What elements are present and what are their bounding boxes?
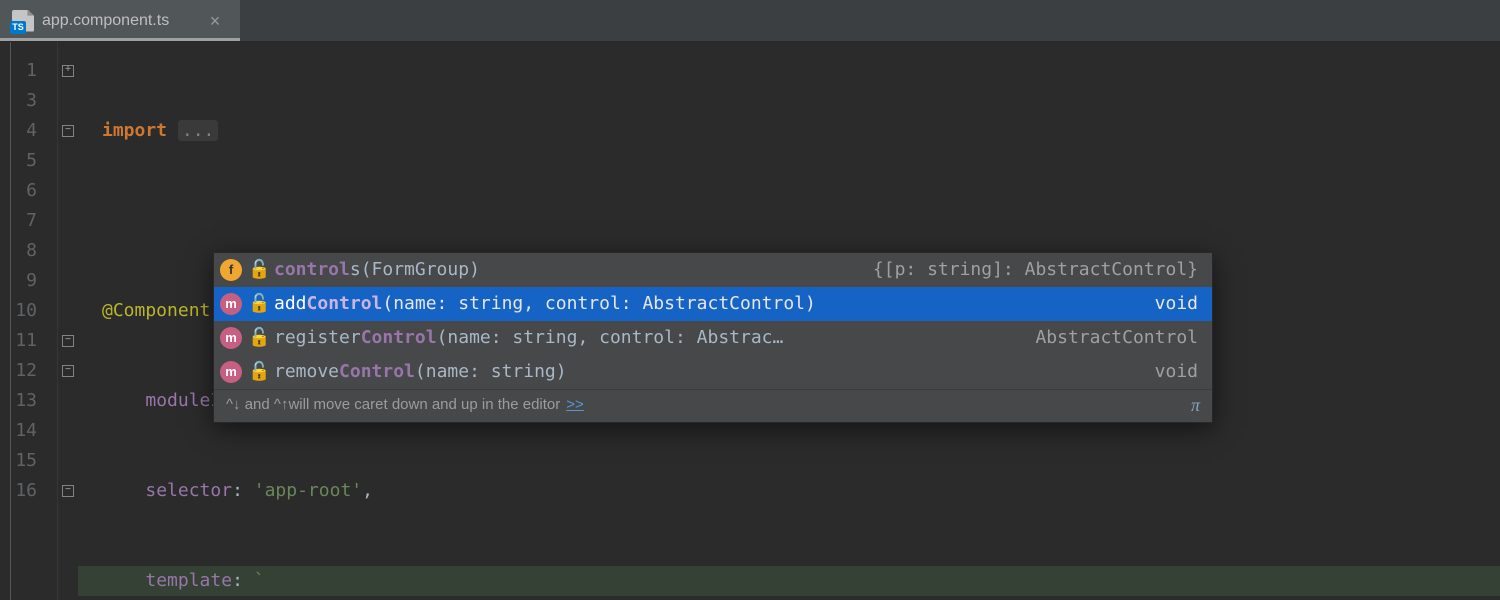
autocomplete-item[interactable]: m 🔓 removeControl (name: string) void xyxy=(214,355,1212,389)
field-icon: f xyxy=(220,259,242,281)
autocomplete-item[interactable]: m 🔓 addControl (name: string, control: A… xyxy=(214,287,1212,321)
method-icon: m xyxy=(220,361,242,383)
pi-settings-icon[interactable]: π xyxy=(1191,394,1200,416)
autocomplete-footer: ^↓ and ^↑ will move caret down and up in… xyxy=(214,389,1212,422)
line-number-gutter: 1 3 4 5 6 7 8 9 10 11 12 13 14 15 16 xyxy=(0,42,58,600)
unlock-icon: 🔓 xyxy=(248,288,266,320)
typescript-file-icon: TS xyxy=(12,10,34,32)
autocomplete-item[interactable]: f 🔓 controls (FormGroup) {[p: string]: A… xyxy=(214,253,1212,287)
unlock-icon: 🔓 xyxy=(248,356,266,388)
autocomplete-popup: f 🔓 controls (FormGroup) {[p: string]: A… xyxy=(213,252,1213,423)
autocomplete-more-link[interactable]: >> xyxy=(566,394,584,416)
fold-collapse-icon[interactable]: − xyxy=(62,125,74,137)
close-icon[interactable]: × xyxy=(206,12,224,30)
tab-label: app.component.ts xyxy=(42,12,169,30)
fold-expand-icon[interactable]: + xyxy=(62,65,74,77)
code-editor[interactable]: 1 3 4 5 6 7 8 9 10 11 12 13 14 15 16 + −… xyxy=(0,42,1500,600)
tab-strip: TS app.component.ts × xyxy=(0,0,1500,42)
fold-collapse-icon[interactable]: − xyxy=(62,365,74,377)
tab-app-component[interactable]: TS app.component.ts × xyxy=(0,0,240,41)
fold-collapse-icon[interactable]: − xyxy=(62,335,74,347)
method-icon: m xyxy=(220,327,242,349)
autocomplete-item[interactable]: m 🔓 registerControl (name: string, contr… xyxy=(214,321,1212,355)
fold-collapse-icon[interactable]: − xyxy=(62,485,74,497)
fold-gutter: + − − − − xyxy=(58,42,78,600)
unlock-icon: 🔓 xyxy=(248,254,266,286)
unlock-icon: 🔓 xyxy=(248,322,266,354)
method-icon: m xyxy=(220,293,242,315)
